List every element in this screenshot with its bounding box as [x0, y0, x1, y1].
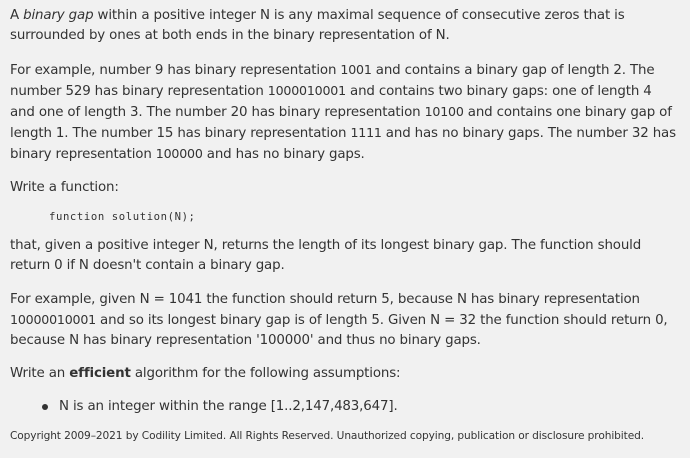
bullet-icon: [42, 404, 48, 410]
binary-value: 100000: [155, 146, 203, 161]
binary-value: 1111: [350, 125, 382, 140]
efficient-text: Write an: [10, 366, 70, 381]
intro-paragraph: A binary gap within a positive integer N…: [10, 6, 680, 46]
examples-paragraph: For example, number 9 has binary represe…: [10, 60, 680, 165]
efficient-text: algorithm for the following assumptions:: [130, 366, 401, 381]
examples-text: For example, number 9 has binary represe…: [10, 63, 341, 78]
example-text: and so its longest binary gap is of leng…: [10, 313, 668, 348]
efficient-emphasis: efficient: [69, 366, 131, 381]
code-signature: function solution(N);: [49, 211, 196, 223]
intro-article: A: [10, 8, 24, 23]
binary-value: 1001: [340, 62, 372, 77]
assumption-item: N is an integer within the range [1..2,1…: [39, 397, 680, 417]
examples-text: and has no binary gaps.: [202, 147, 365, 162]
binary-gap-term: binary gap: [23, 8, 94, 23]
binary-value: 10100: [424, 104, 464, 119]
task-description: A binary gap within a positive integer N…: [0, 0, 690, 443]
function-description: that, given a positive integer N, return…: [10, 238, 642, 273]
write-function-text: Write a function:: [10, 180, 119, 195]
efficient-paragraph: Write an efficient algorithm for the fol…: [10, 364, 680, 384]
example-text: For example, given N = 1041 the function…: [10, 292, 640, 307]
intro-text: within a positive integer N is any maxim…: [10, 8, 625, 43]
assumptions-list: N is an integer within the range [1..2,1…: [10, 397, 680, 417]
copyright-notice: Copyright 2009–2021 by Codility Limited.…: [10, 430, 645, 442]
binary-value: 10000010001: [10, 312, 96, 327]
example-paragraph: For example, given N = 1041 the function…: [10, 290, 680, 351]
assumption-text: N is an integer within the range [1..2,1…: [59, 399, 398, 414]
binary-value: 1000010001: [267, 83, 346, 98]
